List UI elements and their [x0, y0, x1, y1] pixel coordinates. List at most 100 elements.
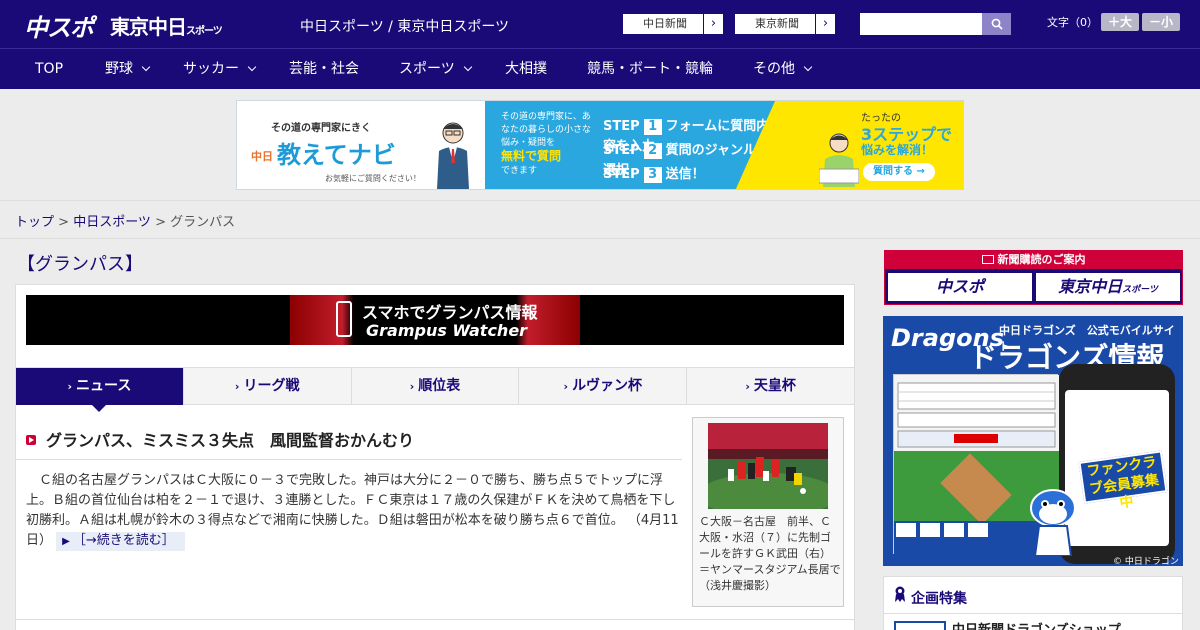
nav-label: 競馬・ボート・競輪	[587, 61, 713, 77]
banner-left: その道の専門家にきく 中日 教えてナビ お気軽にご質問ください！	[237, 101, 485, 189]
read-more-link[interactable]: ▶ ［→続きを読む］	[56, 532, 185, 551]
tokyo-shimbun-link[interactable]: 東京新聞 ›	[734, 13, 836, 35]
feature-heading: 企画特集	[911, 591, 967, 607]
nav-item-soccer[interactable]: サッカー	[183, 49, 257, 89]
banner-middle: その道の専門家に、あなたの暮らしの小さな悩み・疑問を 無料で質問 できます ST…	[485, 101, 775, 189]
tokyo-chunichi-logo[interactable]: 東京中日スポーツ	[110, 11, 223, 40]
subscription-title: 新聞購読のご案内	[997, 253, 1086, 266]
font-bigger-button[interactable]: ＋大	[1101, 13, 1139, 31]
breadcrumb-home[interactable]: トップ	[15, 215, 54, 230]
feature-item-link[interactable]: 中日新聞ドラゴンズショップ	[952, 619, 1121, 630]
tab-label: ルヴァン杯	[572, 378, 643, 394]
scoreboard-graphic	[894, 375, 1059, 451]
chevron-right-icon: ›	[67, 380, 73, 393]
chunichi-shimbun-link[interactable]: 中日新聞 ›	[622, 13, 724, 35]
article-photo[interactable]	[708, 423, 828, 509]
nav-label: 芸能・社会	[289, 61, 359, 77]
breadcrumb-current: グランパス	[170, 215, 236, 230]
tab-label: 順位表	[418, 378, 461, 394]
subscription-box: 新聞購読のご案内 中スポ 東京中日スポーツ	[884, 250, 1183, 305]
chevron-right-icon: ›	[815, 14, 835, 34]
tab-league[interactable]: › リーグ戦	[184, 368, 352, 405]
dragons-mobile-banner[interactable]: Dragons 中日ドラゴンズ 公式モバイルサイト ドラゴンズ情報 ファンクラブ…	[883, 316, 1183, 566]
grampus-watcher-art: スマホでグランパス情報 Grampus Watcher	[290, 295, 580, 345]
play-icon	[26, 435, 36, 445]
banner-mid-text: その道の専門家に、あなたの暮らしの小さな悩み・疑問を 無料で質問 できます	[501, 111, 597, 178]
chevron-down-icon	[141, 62, 151, 72]
breadcrumb-section[interactable]: 中日スポーツ	[73, 215, 151, 230]
dragons-copyright: © 中日ドラゴンズ	[1113, 557, 1179, 566]
grampus-watcher-title: スマホでグランパス情報	[362, 303, 538, 322]
subscribe-tokyo-text: 東京中日	[1058, 277, 1123, 296]
chunichi-shimbun-label: 中日新聞	[643, 17, 687, 30]
search-input[interactable]	[860, 13, 982, 35]
step-number: 1	[643, 119, 662, 135]
ribbon-icon	[895, 586, 905, 602]
tab-levain-cup[interactable]: › ルヴァン杯	[519, 368, 688, 405]
banner-right-text-3: 悩みを解消！	[861, 143, 934, 157]
chevron-down-icon	[803, 62, 813, 72]
ask-question-button[interactable]: 質問する →	[863, 163, 935, 181]
nav-item-entertainment[interactable]: 芸能・社会	[289, 49, 359, 89]
nav-item-sports[interactable]: スポーツ	[399, 49, 472, 89]
infield	[940, 453, 1012, 525]
nav-item-baseball[interactable]: 野球	[105, 49, 151, 89]
chevron-right-icon: ›	[745, 380, 750, 393]
subscribe-chuspo-button[interactable]: 中スポ	[888, 273, 1032, 301]
banner-note: お気軽にご質問ください！	[325, 174, 421, 183]
triangle-right-icon: ▶	[62, 536, 70, 547]
breadcrumb-sep: >	[54, 215, 74, 230]
article-text: Ｃ組の名古屋グランパスはＣ大阪に０－３で完敗した。神戸は大分に２－０で勝ち、勝ち…	[26, 473, 676, 528]
oshiete-navi-banner[interactable]: その道の専門家にきく 中日 教えてナビ お気軽にご質問ください！ その道の専門家に…	[236, 100, 964, 190]
nav-label: TOP	[35, 61, 64, 77]
banner-right: たったの 3ステップで 悩みを解消！ 質問する →	[735, 101, 963, 189]
banner-title: 中日 教えてナビ	[251, 135, 396, 170]
banner-mid-em: 無料で質問	[501, 149, 562, 163]
grampus-watcher-subtitle: Grampus Watcher	[366, 321, 528, 340]
chevron-right-icon: ›	[409, 380, 415, 393]
main-nav: TOP 野球 サッカー 芸能・社会 スポーツ 大相撲 競馬・ボート・競輪 その他	[0, 48, 1200, 89]
feature-thumbnail[interactable]	[894, 621, 946, 630]
chuspo-logo[interactable]: 中スポ	[24, 8, 94, 43]
user-illustration	[819, 133, 859, 187]
feature-section: 企画特集 中日新聞ドラゴンズショップ	[883, 576, 1183, 630]
banner-title-prefix: 中日	[251, 150, 273, 163]
main-content: スマホでグランパス情報 Grampus Watcher › ニュース › リーグ戦 …	[15, 284, 855, 630]
step-label: STEP	[603, 119, 640, 134]
tokyo-logo-text: 東京中日	[110, 15, 187, 39]
font-size-label: 文字（0）	[1047, 16, 1098, 29]
grampus-watcher-banner[interactable]: スマホでグランパス情報 Grampus Watcher	[26, 295, 844, 345]
tab-standings[interactable]: › 順位表	[352, 368, 520, 405]
chevron-down-icon	[463, 62, 472, 72]
chevron-right-icon: ›	[234, 380, 240, 393]
nav-item-sumo[interactable]: 大相撲	[505, 49, 547, 89]
tab-emperors-cup[interactable]: › 天皇杯	[687, 368, 854, 405]
divider	[16, 619, 854, 620]
step-label: STEP	[603, 167, 640, 182]
font-smaller-button[interactable]: －小	[1142, 13, 1180, 31]
search-icon	[991, 18, 1003, 30]
nav-item-top[interactable]: TOP	[35, 49, 63, 89]
breadcrumb-sep: >	[150, 215, 171, 230]
step-label: STEP	[603, 143, 640, 158]
article-body: Ｃ組の名古屋グランパスはＣ大阪に０－３で完敗した。神戸は大分に２－０で勝ち、勝ち…	[26, 471, 686, 551]
nav-item-other[interactable]: その他	[753, 49, 813, 89]
subscribe-tokyo-button[interactable]: 東京中日スポーツ	[1036, 273, 1180, 301]
banner-title-text: 教えてナビ	[277, 141, 396, 169]
banner-tag: その道の専門家にきく	[271, 123, 371, 134]
chevron-down-icon	[247, 62, 257, 72]
tab-label: ニュース	[76, 378, 132, 394]
divider	[884, 613, 1182, 614]
breadcrumb-trail: トップ > 中日スポーツ > グランパス	[15, 211, 235, 230]
section-tabs: › ニュース › リーグ戦 › 順位表 › ルヴァン杯 › 天皇杯	[16, 367, 854, 412]
chevron-right-icon: ›	[563, 380, 569, 393]
tab-news[interactable]: › ニュース	[16, 368, 184, 412]
nav-item-keiba[interactable]: 競馬・ボート・競輪	[587, 49, 713, 89]
expert-illustration	[437, 122, 469, 189]
banner-step-3: STEP 3 送信！	[603, 163, 705, 183]
tokyo-logo-small: スポーツ	[186, 26, 223, 37]
nav-label: サッカー	[183, 61, 239, 77]
article-title[interactable]: グランパス、ミスミス３失点 風間監督おかんむり	[46, 427, 414, 451]
search-button[interactable]	[982, 13, 1011, 35]
site-name: 中日スポーツ / 東京中日スポーツ	[300, 19, 510, 35]
